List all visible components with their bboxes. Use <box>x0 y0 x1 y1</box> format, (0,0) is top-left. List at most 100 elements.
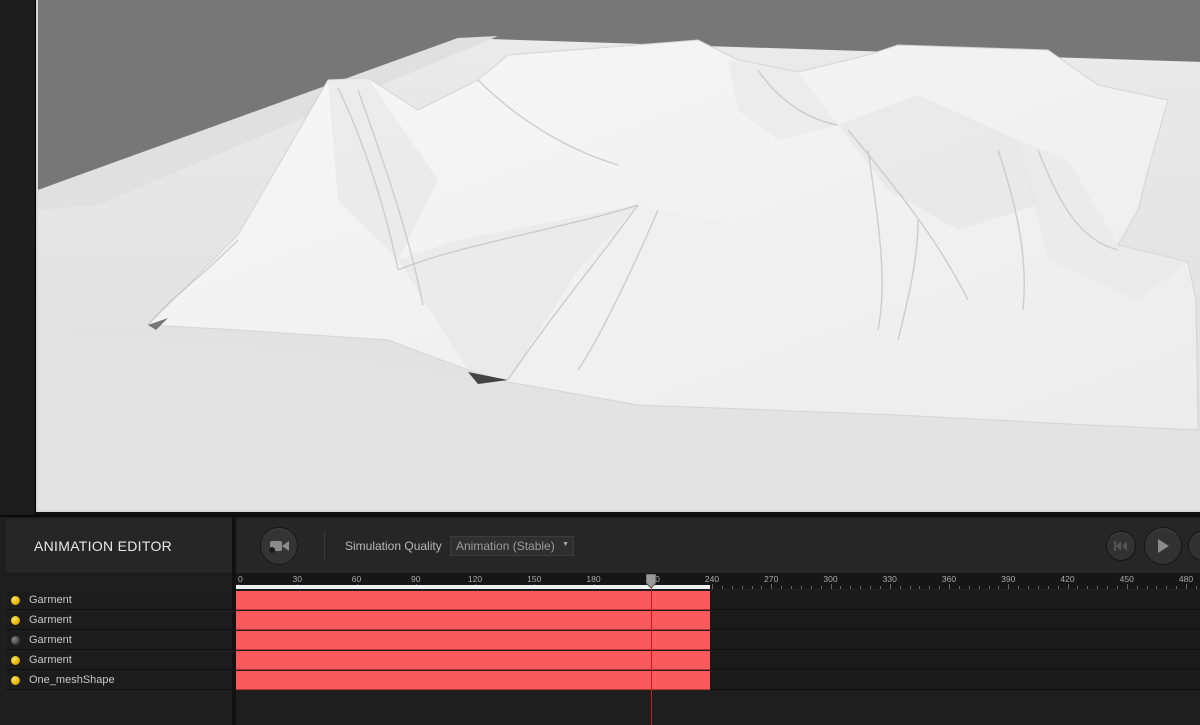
track-lanes <box>236 591 1200 691</box>
ruler-tick <box>791 586 792 589</box>
ruler-tick <box>751 586 753 589</box>
ruler-tick <box>1097 586 1099 589</box>
3d-viewport[interactable] <box>0 0 1200 515</box>
track-name: Garment <box>29 654 72 666</box>
ruler-tick <box>840 586 842 589</box>
ruler-tick <box>909 586 911 589</box>
simulation-clip[interactable] <box>236 611 710 630</box>
record-button[interactable] <box>260 527 298 565</box>
ruler-tick <box>781 586 783 589</box>
ruler-tick <box>1047 586 1049 589</box>
chevron-down-icon: ▼ <box>562 541 569 548</box>
ruler-tick <box>731 586 733 589</box>
track-list: Garment Garment Garment Garment One_meshShap… <box>6 591 232 691</box>
ruler-tick <box>1176 586 1178 589</box>
ruler-tick <box>998 586 1000 589</box>
rewind-to-start-icon <box>1114 541 1127 551</box>
track-name: Garment <box>29 614 72 626</box>
simulation-clip[interactable] <box>236 651 710 670</box>
ruler-tick <box>870 586 871 589</box>
ruler-tick-label: 0 <box>238 574 243 584</box>
ruler-tick <box>889 584 891 589</box>
ruler-tick <box>929 586 931 589</box>
ruler-tick-label: 450 <box>1119 574 1134 584</box>
ruler-tick <box>919 586 921 589</box>
simulation-clip[interactable] <box>236 591 710 610</box>
editor-toolbar: Simulation Quality Animation (Stable) ▼ <box>236 519 1200 573</box>
ruler-tick <box>1067 584 1069 589</box>
ruler-tick <box>850 586 852 589</box>
ruler-tick-label: 60 <box>351 574 362 584</box>
playhead-handle[interactable] <box>645 574 656 588</box>
editor-title: ANIMATION EDITOR <box>34 538 173 554</box>
ruler-tick <box>1166 586 1168 589</box>
ruler-tick <box>1136 586 1138 589</box>
track-row[interactable]: Garment <box>6 591 232 610</box>
ruler-tick-label: 360 <box>941 574 957 584</box>
viewport-canvas[interactable] <box>36 0 1200 512</box>
ruler-tick <box>741 586 743 589</box>
ruler-tick <box>1018 586 1020 589</box>
ruler-tick <box>810 586 812 589</box>
timeline-range-bar[interactable] <box>236 585 710 589</box>
ruler-tick <box>1116 586 1118 589</box>
track-enable-toggle[interactable] <box>11 655 20 665</box>
ruler-tick <box>939 586 941 589</box>
ruler-tick <box>879 586 881 589</box>
ruler-tick <box>1008 584 1010 589</box>
track-lane[interactable] <box>236 611 1200 630</box>
ruler-tick-label: 180 <box>586 574 601 584</box>
track-lane[interactable] <box>236 651 1200 670</box>
ruler-tick <box>771 584 773 589</box>
track-enable-toggle[interactable] <box>11 635 20 645</box>
ruler-tick <box>968 586 970 589</box>
editor-header: ANIMATION EDITOR <box>6 519 232 573</box>
track-name: Garment <box>29 594 72 606</box>
ruler-tick <box>1126 584 1128 589</box>
track-lane[interactable] <box>236 631 1200 650</box>
track-name: One_meshShape <box>29 674 115 686</box>
ruler-tick-label: 150 <box>527 574 542 584</box>
simulation-clip[interactable] <box>236 671 710 690</box>
ruler-tick <box>1057 586 1059 589</box>
simulation-clip[interactable] <box>236 631 710 650</box>
ruler-tick <box>899 586 901 589</box>
ruler-tick <box>988 586 990 589</box>
track-enable-toggle[interactable] <box>11 615 20 625</box>
ruler-tick <box>830 584 832 589</box>
simulation-quality-dropdown[interactable]: Animation (Stable) ▼ <box>450 536 574 556</box>
ruler-tick-label: 390 <box>1001 574 1016 584</box>
next-frame-button[interactable] <box>1188 531 1200 561</box>
ruler-tick <box>949 584 950 589</box>
ruler-tick <box>1037 586 1039 589</box>
track-row[interactable]: Garment <box>6 651 232 670</box>
play-button[interactable] <box>1144 527 1182 565</box>
track-row[interactable]: Garment <box>6 631 232 650</box>
ruler-tick-label: 480 <box>1178 574 1194 584</box>
ruler-tick <box>1077 586 1079 589</box>
ruler-tick <box>1195 586 1197 589</box>
track-enable-toggle[interactable] <box>11 675 20 685</box>
track-row[interactable]: Garment <box>6 611 232 630</box>
track-lane[interactable] <box>236 671 1200 690</box>
ruler-tick <box>978 586 980 589</box>
track-lane[interactable] <box>236 591 1200 610</box>
ruler-tick <box>1028 586 1029 589</box>
track-enable-toggle[interactable] <box>11 595 20 605</box>
ruler-tick-label: 90 <box>411 574 421 584</box>
ruler-tick <box>958 586 960 589</box>
ruler-tick <box>1087 586 1089 589</box>
play-icon <box>1158 539 1169 553</box>
ruler-tick <box>712 584 713 589</box>
rewind-button[interactable] <box>1106 531 1136 561</box>
ruler-tick-label: 300 <box>823 574 838 584</box>
ruler-tick-label: 420 <box>1060 574 1075 584</box>
camera-record-icon <box>269 541 289 553</box>
ruler-tick <box>820 586 822 589</box>
ruler-tick <box>1107 586 1108 589</box>
track-row[interactable]: One_meshShape <box>6 671 232 690</box>
ruler-tick <box>721 586 723 589</box>
ruler-tick-label: 270 <box>764 574 779 584</box>
ruler-tick-label: 330 <box>882 574 897 584</box>
ruler-tick <box>1156 586 1158 589</box>
